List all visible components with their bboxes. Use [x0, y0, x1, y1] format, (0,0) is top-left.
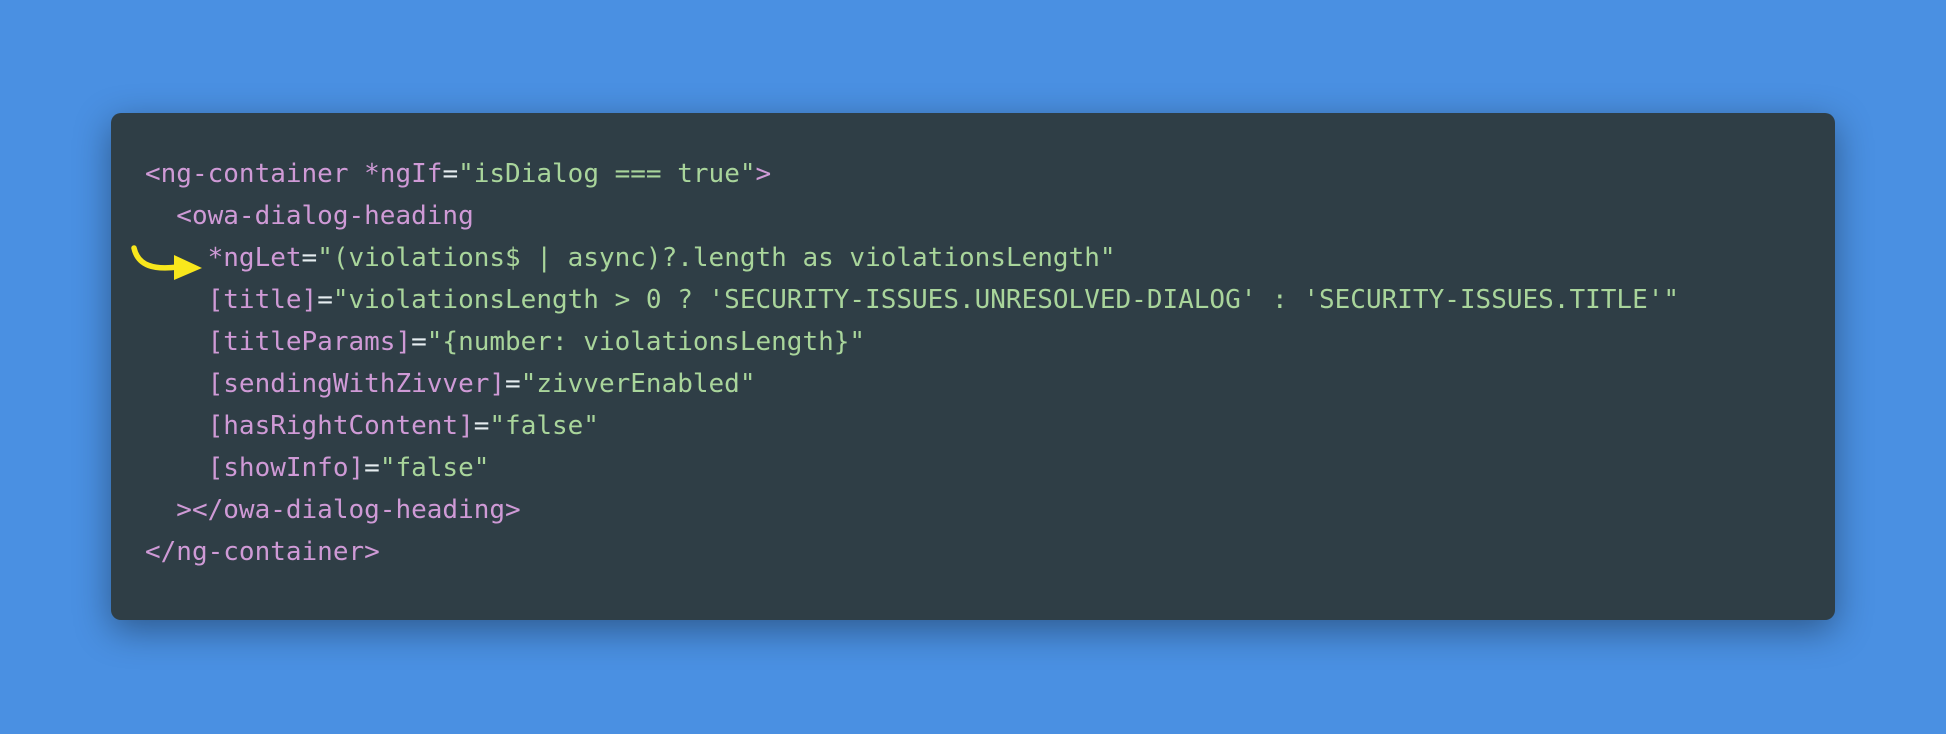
code-token: "{number: violationsLength}" — [426, 327, 866, 357]
code-token: *ngIf — [364, 159, 443, 189]
code-token: </ng-container> — [145, 537, 380, 567]
code-token: = — [301, 243, 318, 273]
code-token: "violationsLength > 0 ? 'SECURITY-ISSUES… — [332, 285, 1680, 315]
code-line: [title]="violationsLength > 0 ? 'SECURIT… — [145, 279, 1679, 321]
code-token: [title] — [145, 285, 318, 315]
code-token: "zivverEnabled" — [520, 369, 756, 399]
code-line: <ng-container *ngIf="isDialog === true"> — [145, 153, 1679, 195]
code-line: [sendingWithZivver]="zivverEnabled" — [145, 363, 1679, 405]
code-token: = — [317, 285, 333, 315]
code-token: [hasRightContent] — [145, 411, 474, 441]
code-line: [hasRightContent]="false" — [145, 405, 1679, 447]
code-token: [sendingWithZivver] — [145, 369, 506, 399]
code-token: [showInfo] — [145, 453, 365, 483]
code-token: = — [473, 411, 490, 441]
code-line: <owa-dialog-heading — [145, 195, 1679, 237]
code-token: "false" — [489, 411, 599, 441]
curved-arrow-icon — [131, 245, 202, 280]
code-token: "false" — [379, 453, 490, 483]
code-token: = — [364, 453, 380, 483]
code-line: [showInfo]="false" — [145, 447, 1679, 489]
code-token: <owa-dialog-heading — [145, 201, 474, 231]
code-token: = — [505, 369, 521, 399]
code-token: "isDialog === true" — [458, 159, 756, 189]
code-line: *ngLet="(violations$ | async)?.length as… — [145, 237, 1679, 279]
code-token: > — [755, 159, 772, 189]
code-token: [titleParams] — [145, 327, 412, 357]
code-token: = — [411, 327, 427, 357]
code-token: = — [442, 159, 459, 189]
code-snippet-window: <ng-container *ngIf="isDialog === true">… — [111, 113, 1835, 620]
code-token: <ng-container — [145, 159, 365, 189]
code-line: </ng-container> — [145, 531, 1679, 573]
code-block: <ng-container *ngIf="isDialog === true">… — [145, 153, 1679, 573]
code-line: [titleParams]="{number: violationsLength… — [145, 321, 1679, 363]
code-token: "(violations$ | async)?.length as violat… — [317, 243, 1116, 273]
code-token: ></owa-dialog-heading> — [145, 495, 521, 525]
code-line: ></owa-dialog-heading> — [145, 489, 1679, 531]
